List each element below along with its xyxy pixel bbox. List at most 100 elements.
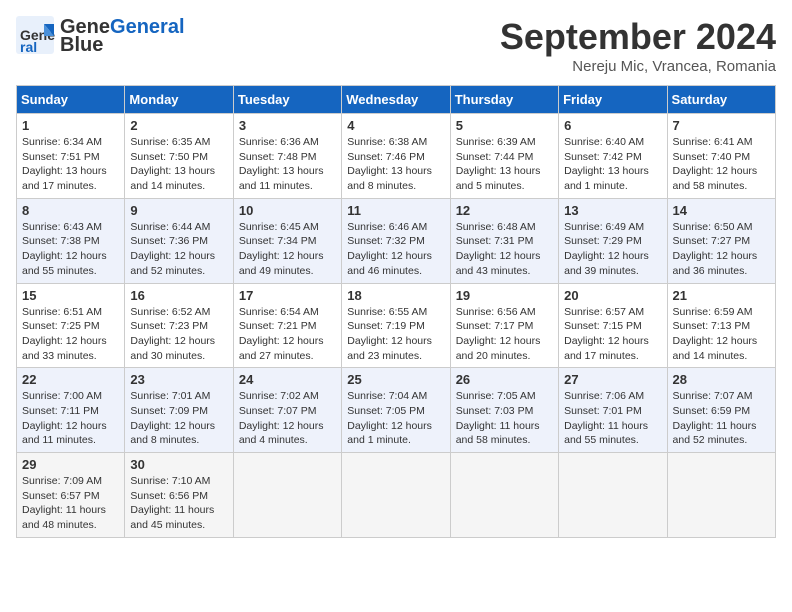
day-number: 5 xyxy=(456,118,553,133)
calendar-cell: 29 Sunrise: 7:09 AMSunset: 6:57 PMDayligh… xyxy=(17,453,125,538)
calendar-cell: 28 Sunrise: 7:07 AMSunset: 6:59 PMDayligh… xyxy=(667,368,775,453)
calendar-cell xyxy=(233,453,341,538)
day-info: Sunrise: 6:51 AMSunset: 7:25 PMDaylight:… xyxy=(22,305,119,364)
calendar-cell xyxy=(559,453,667,538)
calendar-cell: 17 Sunrise: 6:54 AMSunset: 7:21 PMDayligh… xyxy=(233,283,341,368)
day-info: Sunrise: 6:41 AMSunset: 7:40 PMDaylight:… xyxy=(673,135,770,194)
day-number: 16 xyxy=(130,288,227,303)
weekday-header-sunday: Sunday xyxy=(17,86,125,114)
day-info: Sunrise: 6:55 AMSunset: 7:19 PMDaylight:… xyxy=(347,305,444,364)
calendar-cell: 9Sunrise: 6:44 AMSunset: 7:36 PMDaylight… xyxy=(125,198,233,283)
calendar-cell: 26Sunrise: 7:05 AMSunset: 7:03 PMDayligh… xyxy=(450,368,558,453)
calendar-cell xyxy=(450,453,558,538)
calendar-cell: 13 Sunrise: 6:49 AMSunset: 7:29 PMDayligh… xyxy=(559,198,667,283)
day-info: Sunrise: 6:40 AMSunset: 7:42 PMDaylight:… xyxy=(564,135,661,194)
day-number: 14 xyxy=(673,203,770,218)
day-info: Sunrise: 6:59 AMSunset: 7:13 PMDaylight:… xyxy=(673,305,770,364)
calendar-cell: 15Sunrise: 6:51 AMSunset: 7:25 PMDayligh… xyxy=(17,283,125,368)
calendar-cell: 2 Sunrise: 6:35 AMSunset: 7:50 PMDaylight… xyxy=(125,114,233,199)
calendar-cell: 22 Sunrise: 7:00 AMSunset: 7:11 PMDayligh… xyxy=(17,368,125,453)
day-info: Sunrise: 6:34 AMSunset: 7:51 PMDaylight:… xyxy=(22,135,119,194)
calendar-cell xyxy=(342,453,450,538)
day-info: Sunrise: 6:57 AMSunset: 7:15 PMDaylight:… xyxy=(564,305,661,364)
day-info: Sunrise: 7:04 AMSunset: 7:05 PMDaylight:… xyxy=(347,389,444,448)
calendar-cell: 4Sunrise: 6:38 AMSunset: 7:46 PMDaylight… xyxy=(342,114,450,199)
day-number: 28 xyxy=(673,372,770,387)
calendar-cell: 14 Sunrise: 6:50 AMSunset: 7:27 PMDayligh… xyxy=(667,198,775,283)
logo: Gene ral GeneGeneral Blue xyxy=(16,16,185,56)
calendar-cell: 16 Sunrise: 6:52 AMSunset: 7:23 PMDayligh… xyxy=(125,283,233,368)
day-number: 11 xyxy=(347,203,444,218)
day-number: 18 xyxy=(347,288,444,303)
day-number: 24 xyxy=(239,372,336,387)
weekday-header-friday: Friday xyxy=(559,86,667,114)
calendar-week-row: 1Sunrise: 6:34 AMSunset: 7:51 PMDaylight… xyxy=(17,114,776,199)
calendar-cell: 12Sunrise: 6:48 AMSunset: 7:31 PMDayligh… xyxy=(450,198,558,283)
page-header: Gene ral GeneGeneral Blue September 2024… xyxy=(16,16,776,75)
calendar-cell: 19Sunrise: 6:56 AMSunset: 7:17 PMDayligh… xyxy=(450,283,558,368)
day-number: 3 xyxy=(239,118,336,133)
day-number: 25 xyxy=(347,372,444,387)
calendar-cell: 8 Sunrise: 6:43 AMSunset: 7:38 PMDaylight… xyxy=(17,198,125,283)
day-info: Sunrise: 6:43 AMSunset: 7:38 PMDaylight:… xyxy=(22,220,119,279)
day-info: Sunrise: 6:49 AMSunset: 7:29 PMDaylight:… xyxy=(564,220,661,279)
day-info: Sunrise: 6:52 AMSunset: 7:23 PMDaylight:… xyxy=(130,305,227,364)
day-number: 9 xyxy=(130,203,227,218)
calendar-cell: 30Sunrise: 7:10 AMSunset: 6:56 PMDayligh… xyxy=(125,453,233,538)
day-info: Sunrise: 6:54 AMSunset: 7:21 PMDaylight:… xyxy=(239,305,336,364)
calendar-table: SundayMondayTuesdayWednesdayThursdayFrid… xyxy=(16,85,776,538)
day-info: Sunrise: 6:36 AMSunset: 7:48 PMDaylight:… xyxy=(239,135,336,194)
day-number: 19 xyxy=(456,288,553,303)
day-number: 27 xyxy=(564,372,661,387)
calendar-week-row: 29 Sunrise: 7:09 AMSunset: 6:57 PMDayligh… xyxy=(17,453,776,538)
calendar-cell: 1Sunrise: 6:34 AMSunset: 7:51 PMDaylight… xyxy=(17,114,125,199)
day-info: Sunrise: 6:35 AMSunset: 7:50 PMDaylight:… xyxy=(130,135,227,194)
calendar-cell: 27Sunrise: 7:06 AMSunset: 7:01 PMDayligh… xyxy=(559,368,667,453)
calendar-cell xyxy=(667,453,775,538)
day-number: 13 xyxy=(564,203,661,218)
calendar-cell: 11 Sunrise: 6:46 AMSunset: 7:32 PMDayligh… xyxy=(342,198,450,283)
location-subtitle: Nereju Mic, Vrancea, Romania xyxy=(500,58,776,75)
day-number: 7 xyxy=(673,118,770,133)
day-info: Sunrise: 7:05 AMSunset: 7:03 PMDaylight:… xyxy=(456,389,553,448)
day-number: 12 xyxy=(456,203,553,218)
day-info: Sunrise: 6:46 AMSunset: 7:32 PMDaylight:… xyxy=(347,220,444,279)
day-number: 4 xyxy=(347,118,444,133)
day-number: 21 xyxy=(673,288,770,303)
calendar-cell: 3 Sunrise: 6:36 AMSunset: 7:48 PMDaylight… xyxy=(233,114,341,199)
calendar-header-row: SundayMondayTuesdayWednesdayThursdayFrid… xyxy=(17,86,776,114)
weekday-header-thursday: Thursday xyxy=(450,86,558,114)
day-info: Sunrise: 7:01 AMSunset: 7:09 PMDaylight:… xyxy=(130,389,227,448)
calendar-cell: 23 Sunrise: 7:01 AMSunset: 7:09 PMDayligh… xyxy=(125,368,233,453)
calendar-week-row: 15Sunrise: 6:51 AMSunset: 7:25 PMDayligh… xyxy=(17,283,776,368)
calendar-cell: 20 Sunrise: 6:57 AMSunset: 7:15 PMDayligh… xyxy=(559,283,667,368)
calendar-cell: 24 Sunrise: 7:02 AMSunset: 7:07 PMDayligh… xyxy=(233,368,341,453)
weekday-header-tuesday: Tuesday xyxy=(233,86,341,114)
day-info: Sunrise: 6:50 AMSunset: 7:27 PMDaylight:… xyxy=(673,220,770,279)
month-title: September 2024 xyxy=(500,16,776,58)
calendar-cell: 18 Sunrise: 6:55 AMSunset: 7:19 PMDayligh… xyxy=(342,283,450,368)
day-info: Sunrise: 6:39 AMSunset: 7:44 PMDaylight:… xyxy=(456,135,553,194)
calendar-cell: 21 Sunrise: 6:59 AMSunset: 7:13 PMDayligh… xyxy=(667,283,775,368)
day-number: 29 xyxy=(22,457,119,472)
day-number: 2 xyxy=(130,118,227,133)
calendar-week-row: 8 Sunrise: 6:43 AMSunset: 7:38 PMDaylight… xyxy=(17,198,776,283)
day-number: 8 xyxy=(22,203,119,218)
day-number: 22 xyxy=(22,372,119,387)
day-number: 20 xyxy=(564,288,661,303)
day-info: Sunrise: 7:07 AMSunset: 6:59 PMDaylight:… xyxy=(673,389,770,448)
calendar-cell: 25 Sunrise: 7:04 AMSunset: 7:05 PMDayligh… xyxy=(342,368,450,453)
day-info: Sunrise: 7:02 AMSunset: 7:07 PMDaylight:… xyxy=(239,389,336,448)
calendar-cell: 10Sunrise: 6:45 AMSunset: 7:34 PMDayligh… xyxy=(233,198,341,283)
title-section: September 2024 Nereju Mic, Vrancea, Roma… xyxy=(500,16,776,75)
day-number: 23 xyxy=(130,372,227,387)
day-number: 30 xyxy=(130,457,227,472)
calendar-cell: 5 Sunrise: 6:39 AMSunset: 7:44 PMDaylight… xyxy=(450,114,558,199)
weekday-header-monday: Monday xyxy=(125,86,233,114)
day-info: Sunrise: 7:00 AMSunset: 7:11 PMDaylight:… xyxy=(22,389,119,448)
day-info: Sunrise: 7:09 AMSunset: 6:57 PMDaylight:… xyxy=(22,474,119,533)
day-number: 6 xyxy=(564,118,661,133)
calendar-week-row: 22 Sunrise: 7:00 AMSunset: 7:11 PMDayligh… xyxy=(17,368,776,453)
logo-icon: Gene ral xyxy=(16,16,56,56)
day-number: 17 xyxy=(239,288,336,303)
